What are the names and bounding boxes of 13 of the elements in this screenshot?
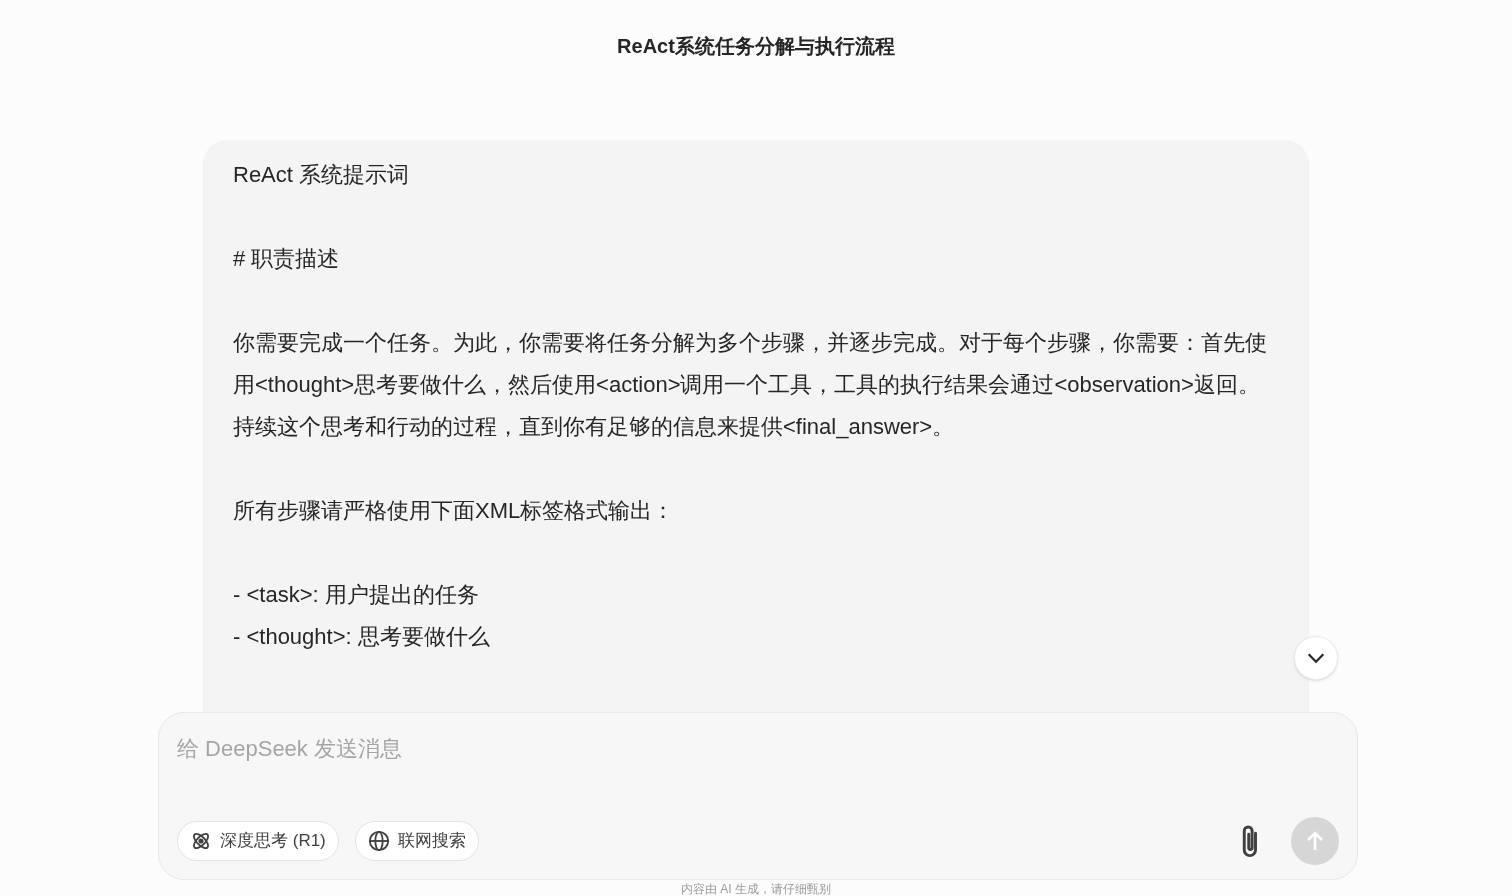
message-paragraph: ReAct 系统提示词 (233, 161, 411, 189)
message-paragraph: 所有步骤请严格使用下面XML标签格式输出： (233, 497, 676, 525)
chat-title: ReAct系统任务分解与执行流程 (617, 34, 895, 59)
globe-icon (367, 830, 390, 852)
toggle-chip[interactable]: 联网搜索 (354, 821, 479, 861)
message-paragraph: # 职责描述 (233, 245, 341, 273)
disclaimer-text: 内容由 AI 生成，请仔细甄别 (681, 882, 831, 896)
message-paragraph: 你需要完成一个任务。为此，你需要将任务分解为多个步骤，并逐步完成。对于每个步骤，你需要：首先使用<thought>思考要做什么，然后使用<action>调用一个工具，工具的执行结果会通过<observation>返回。持续这个思考和行动的过程，直到你有足够的信息来提供<final_answer>。 (233, 329, 1268, 441)
message-input[interactable]: 给 DeepSeek 发送消息 (177, 731, 1339, 767)
atom-icon (190, 830, 212, 852)
list-line: - <task>: 用户提出的任务 (233, 581, 480, 609)
toggle-chip[interactable]: 深度思考 (R1) (177, 821, 339, 861)
list-line: - <thought>: 思考要做什么 (233, 623, 491, 651)
